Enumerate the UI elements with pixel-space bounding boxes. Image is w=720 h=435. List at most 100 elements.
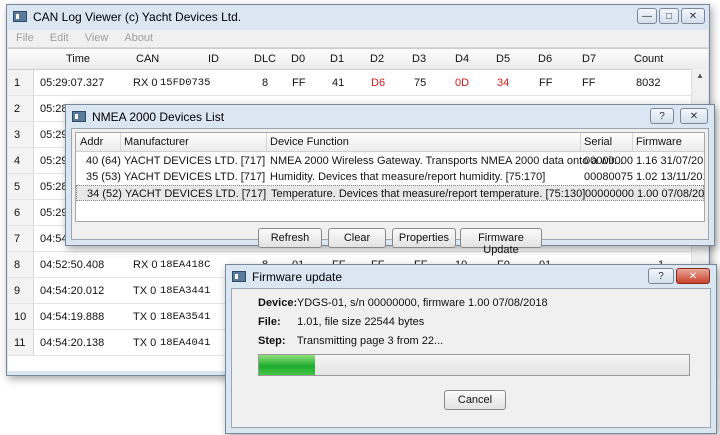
col-can[interactable]: CAN xyxy=(136,53,159,65)
refresh-button[interactable]: Refresh xyxy=(258,228,322,248)
device-manufacturer: YACHT DEVICES LTD. [717] xyxy=(124,171,266,183)
close-icon[interactable]: ✕ xyxy=(680,108,708,124)
file-label: File: xyxy=(258,316,281,328)
device-function: Humidity. Devices that measure/report hu… xyxy=(270,171,546,183)
minimize-icon[interactable]: — xyxy=(637,8,657,24)
menu-file[interactable]: File xyxy=(8,30,42,44)
col-d7[interactable]: D7 xyxy=(582,53,596,65)
nmea-button-bar: Refresh Clear Properties Firmware Update xyxy=(72,228,708,256)
col-device-function[interactable]: Device Function xyxy=(270,136,349,148)
row-number: 11 xyxy=(8,330,34,355)
device-addr: 34 (52) xyxy=(87,188,122,200)
file-value: 1.01, file size 22544 bytes xyxy=(297,316,425,328)
cell-can: TX 0 xyxy=(133,285,157,297)
list-item-selected[interactable]: 34 (52) YACHT DEVICES LTD. [717] Tempera… xyxy=(76,185,704,201)
nmea-titlebar[interactable]: NMEA 2000 Devices List ? ✕ xyxy=(66,105,714,129)
cell-d4: 0D xyxy=(455,77,470,89)
device-value: YDGS-01, s/n 00000000, firmware 1.00 07/… xyxy=(296,297,548,309)
device-function: Temperature. Devices that measure/report… xyxy=(271,188,586,200)
cell-d1: 41 xyxy=(332,77,345,89)
devices-list: Addr Manufacturer Device Function Serial… xyxy=(75,132,705,222)
column-separator xyxy=(632,133,633,151)
col-firmware[interactable]: Firmware xyxy=(636,136,682,148)
col-d5[interactable]: D5 xyxy=(496,53,510,65)
properties-button[interactable]: Properties xyxy=(392,228,456,248)
device-firmware: 1.16 31/07/2018 xyxy=(636,155,704,167)
cell-time: 04:54:19.888 xyxy=(40,311,105,323)
app-icon xyxy=(232,271,246,282)
close-icon[interactable]: ✕ xyxy=(681,8,705,24)
menu-view[interactable]: View xyxy=(77,30,117,44)
cell-time: 04:54:20.138 xyxy=(40,337,105,349)
devices-list-header: Addr Manufacturer Device Function Serial… xyxy=(76,133,704,152)
cell-id: 18EA3541 xyxy=(160,311,211,323)
cell-time: 04:52:50.408 xyxy=(40,259,105,271)
device-firmware: 1.02 13/11/2017 xyxy=(636,171,704,183)
table-row[interactable]: 1 05:29:07.327 RX 0 15FD0735 8 FF 41 D6 … xyxy=(8,70,692,96)
cell-d2: D6 xyxy=(371,77,386,89)
table-header: Time CAN ID DLC D0 D1 D2 D3 D4 D5 D6 D7 … xyxy=(8,49,708,70)
firmware-update-button[interactable]: Firmware Update xyxy=(460,228,542,256)
maximize-icon[interactable]: □ xyxy=(659,8,679,24)
close-icon[interactable]: ✕ xyxy=(676,268,710,284)
help-icon[interactable]: ? xyxy=(650,108,674,124)
device-serial: 00080075 xyxy=(584,171,633,183)
device-label: Device: xyxy=(258,297,298,309)
col-d1[interactable]: D1 xyxy=(330,53,344,65)
row-number: 4 xyxy=(8,148,34,173)
col-d0[interactable]: D0 xyxy=(291,53,305,65)
device-addr: 35 (53) xyxy=(86,171,121,183)
device-function: NMEA 2000 Wireless Gateway. Transports N… xyxy=(270,155,624,167)
cell-dlc: 8 xyxy=(262,77,269,89)
help-icon[interactable]: ? xyxy=(648,268,674,284)
cell-id: 15FD0735 xyxy=(160,77,211,89)
col-dlc[interactable]: DLC xyxy=(254,53,276,65)
menu-about[interactable]: About xyxy=(116,30,161,44)
column-separator xyxy=(266,133,267,151)
col-id[interactable]: ID xyxy=(208,53,219,65)
col-count[interactable]: Count xyxy=(634,53,663,65)
firmware-titlebar[interactable]: Firmware update ? ✕ xyxy=(226,265,716,289)
col-d2[interactable]: D2 xyxy=(370,53,384,65)
nmea-dialog-body: Addr Manufacturer Device Function Serial… xyxy=(71,128,709,256)
col-d3[interactable]: D3 xyxy=(412,53,426,65)
app-icon xyxy=(72,111,86,122)
cell-id: 18EA4041 xyxy=(160,337,211,349)
cell-d3: 75 xyxy=(414,77,427,89)
scroll-up-icon[interactable]: ▲ xyxy=(696,71,704,80)
cell-d6: FF xyxy=(539,77,553,89)
menu-edit[interactable]: Edit xyxy=(42,30,77,44)
cell-id: 18EA418C xyxy=(160,259,211,271)
cell-time: 04:54:20.012 xyxy=(40,285,105,297)
cell-can: TX 0 xyxy=(133,337,157,349)
device-serial: 00000000 xyxy=(585,188,634,200)
main-titlebar[interactable]: CAN Log Viewer (c) Yacht Devices Ltd. — … xyxy=(7,5,709,29)
main-window-title: CAN Log Viewer (c) Yacht Devices Ltd. xyxy=(33,10,242,24)
list-item[interactable]: 40 (64) YACHT DEVICES LTD. [717] NMEA 20… xyxy=(76,153,704,169)
col-serial[interactable]: Serial xyxy=(584,136,612,148)
col-d6[interactable]: D6 xyxy=(538,53,552,65)
col-manufacturer[interactable]: Manufacturer xyxy=(124,136,189,148)
row-number: 7 xyxy=(8,226,34,251)
col-time[interactable]: Time xyxy=(66,53,90,65)
firmware-update-dialog: Firmware update ? ✕ Device: YDGS-01, s/n… xyxy=(225,264,717,434)
row-number: 10 xyxy=(8,304,34,329)
cell-d5: 34 xyxy=(497,77,510,89)
row-number: 2 xyxy=(8,96,34,121)
clear-button[interactable]: Clear xyxy=(328,228,386,248)
cell-can: TX 0 xyxy=(133,311,157,323)
cell-d0: FF xyxy=(292,77,306,89)
app-icon xyxy=(13,11,27,22)
col-d4[interactable]: D4 xyxy=(455,53,469,65)
device-serial: 00000000 xyxy=(584,155,633,167)
column-separator xyxy=(580,133,581,151)
device-addr: 40 (64) xyxy=(86,155,121,167)
row-number: 1 xyxy=(8,70,34,95)
col-addr[interactable]: Addr xyxy=(80,136,103,148)
device-manufacturer: YACHT DEVICES LTD. [717] xyxy=(124,155,266,167)
cell-time: 05:29:07.327 xyxy=(40,77,105,89)
list-item[interactable]: 35 (53) YACHT DEVICES LTD. [717] Humidit… xyxy=(76,169,704,185)
device-firmware: 1.00 07/08/2018 xyxy=(637,188,705,200)
step-value: Transmitting page 3 from 22... xyxy=(296,335,444,347)
cancel-button[interactable]: Cancel xyxy=(444,390,506,410)
